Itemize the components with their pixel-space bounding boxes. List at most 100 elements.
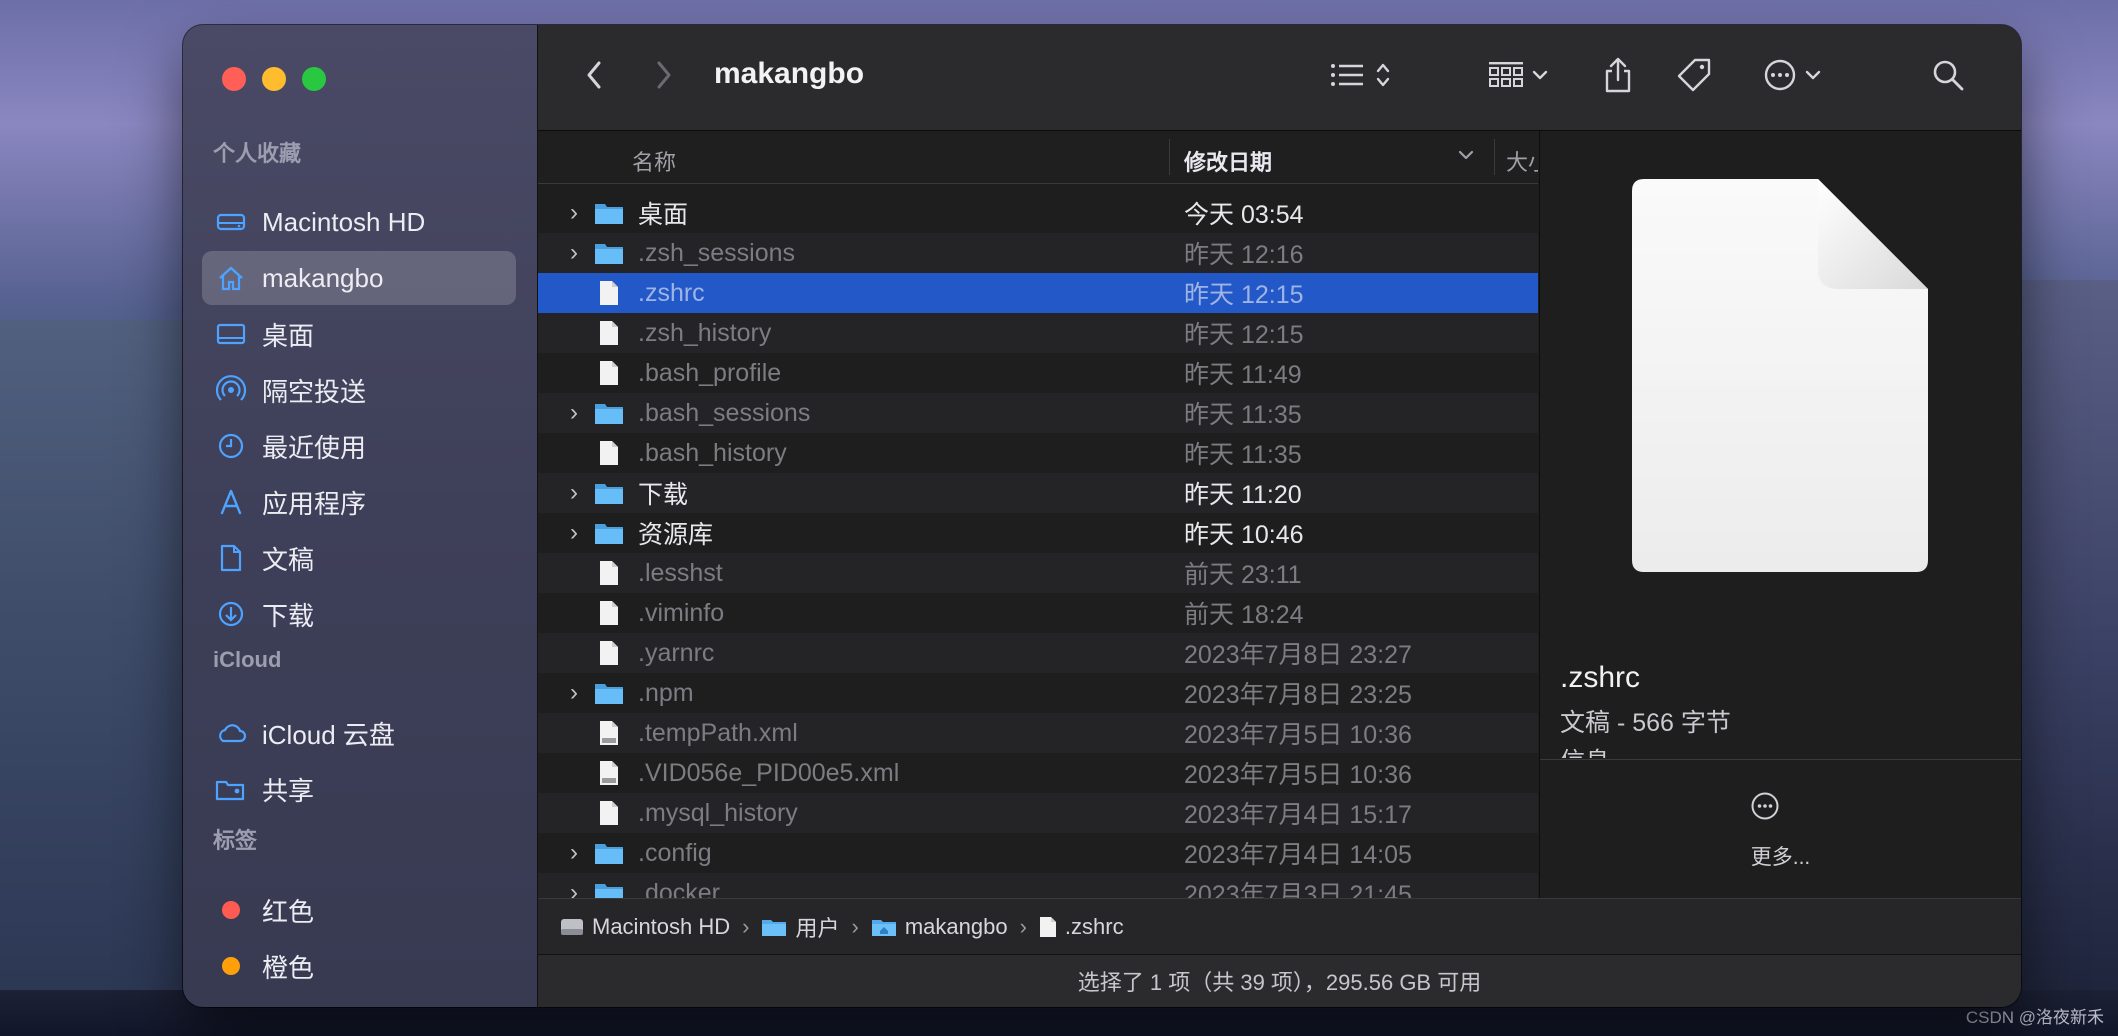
sidebar-item-shared[interactable]: 共享 [202,762,516,816]
forward-button[interactable] [644,55,684,99]
path-item-users[interactable]: 用户 [761,911,840,943]
drive-icon [214,205,248,239]
group-button[interactable] [1482,55,1554,99]
document-icon [214,541,248,575]
window-controls [222,67,326,91]
file-row[interactable]: .bash_history 昨天 11:35 [538,433,1538,473]
file-modified-date: 2023年7月8日 23:27 [1184,641,1412,669]
file-row[interactable]: .zshrc 昨天 12:15 [538,273,1538,313]
back-button[interactable] [574,55,614,99]
file-modified-date: 2023年7月3日 21:45 [1184,881,1412,898]
share-button[interactable] [1596,55,1640,99]
sidebar-item-downloads[interactable]: 下载 [202,587,516,641]
file-name: .bash_profile [638,358,782,387]
sort-chevron-down-icon[interactable] [1458,148,1474,166]
applications-icon [214,485,248,519]
sidebar-item-home[interactable]: makangbo [202,251,516,305]
file-row[interactable]: › .zsh_sessions 昨天 12:16 [538,233,1538,273]
clock-icon [214,429,248,463]
path-item-makangbo[interactable]: makangbo [871,914,1008,940]
disclosure-chevron-icon[interactable]: › [564,199,584,227]
file-row[interactable]: .viminfo 前天 18:24 [538,593,1538,633]
chevron-down-icon [1805,68,1821,86]
file-row[interactable]: .lesshst 前天 23:11 [538,553,1538,593]
file-rows: › 桌面 今天 03:54 › .zsh_sessions 昨天 12:16 .zshrc 昨… [538,193,1538,898]
disclosure-chevron-icon[interactable]: › [564,839,584,867]
search-button[interactable] [1926,55,1970,99]
column-header-size[interactable]: 大小 [1506,145,1538,177]
file-icon [592,357,626,389]
sidebar-item-macintosh-hd[interactable]: Macintosh HD [202,195,516,249]
chevron-down-icon [1532,68,1548,86]
column-divider[interactable] [1169,139,1170,175]
sidebar-tag-yellow[interactable]: 黄色 [202,995,516,1007]
path-item-label: Macintosh HD [592,914,731,939]
sidebar-item-icloud-drive[interactable]: iCloud 云盘 [202,706,516,760]
ellipsis-circle-icon [1763,58,1797,97]
disclosure-chevron-icon[interactable]: › [564,879,584,898]
close-button[interactable] [222,67,246,91]
file-row[interactable]: › .npm 2023年7月8日 23:25 [538,673,1538,713]
sidebar-item-label: 隔空投送 [262,376,367,407]
sidebar-item-airdrop[interactable]: 隔空投送 [202,363,516,417]
disclosure-chevron-icon[interactable]: › [564,519,584,547]
sidebar-item-documents[interactable]: 文稿 [202,531,516,585]
share-icon [1603,56,1633,99]
folder-icon [592,197,626,229]
file-row[interactable]: › 桌面 今天 03:54 [538,193,1538,233]
file-modified-date: 昨天 11:35 [1184,441,1302,469]
disclosure-chevron-icon[interactable]: › [564,399,584,427]
file-modified-date: 昨天 10:46 [1184,521,1304,549]
file-list: 名称 修改日期 大小 › 桌面 今天 03:54 › .zsh_sessions 昨天 1… [538,131,1538,898]
file-row[interactable]: .mysql_history 2023年7月4日 15:17 [538,793,1538,833]
view-mode-button[interactable] [1322,55,1398,99]
more-button[interactable]: 更多... [1540,841,2021,871]
file-row[interactable]: › .config 2023年7月4日 14:05 [538,833,1538,873]
path-separator: › [742,914,750,939]
file-row[interactable]: .zsh_history 昨天 12:15 [538,313,1538,353]
path-item-macintosh-hd[interactable]: Macintosh HD [560,914,730,940]
action-button[interactable] [1756,55,1828,99]
wallpaper-right [2008,280,2118,1036]
path-item-zshrc[interactable]: .zshrc [1039,914,1124,940]
sidebar-item-recents[interactable]: 最近使用 [202,419,516,473]
search-icon [1931,58,1965,97]
sidebar-item-applications[interactable]: 应用程序 [202,475,516,529]
file-row[interactable]: › .docker 2023年7月3日 21:45 [538,873,1538,898]
disclosure-chevron-icon[interactable]: › [564,679,584,707]
file-name: .docker [638,878,720,899]
file-modified-date: 昨天 12:15 [1184,321,1304,349]
sidebar-tag-red[interactable]: 红色 [202,883,516,937]
file-modified-date: 昨天 11:35 [1184,401,1302,429]
disclosure-chevron-icon[interactable]: › [564,239,584,267]
file-row[interactable]: › 资源库 昨天 10:46 [538,513,1538,553]
file-icon [592,637,626,669]
sidebar-item-label: Macintosh HD [262,206,426,237]
sidebar-item-label: iCloud 云盘 [262,719,395,750]
more-ellipsis-icon[interactable] [1750,791,1780,826]
file-row[interactable]: .VID056e_PID00e5.xml 2023年7月5日 10:36 [538,753,1538,793]
file-name: 下载 [638,481,689,509]
tag-button[interactable] [1672,55,1716,99]
main-area: makangbo 名称 修改日期 大 › 桌面 今天 03:54 › .zsh_… [538,25,2021,1007]
column-header-name[interactable]: 名称 [632,145,676,177]
toolbar: makangbo [538,25,2021,131]
file-name: .mysql_history [638,798,798,827]
path-item-label: 用户 [795,916,840,941]
zoom-button[interactable] [302,67,326,91]
sidebar-tag-orange[interactable]: 橙色 [202,939,516,993]
file-name: .zsh_sessions [638,238,796,267]
sidebar-item-desktop[interactable]: 桌面 [202,307,516,361]
file-row[interactable]: .yarnrc 2023年7月8日 23:27 [538,633,1538,673]
file-row[interactable]: › 下载 昨天 11:20 [538,473,1538,513]
file-row[interactable]: .bash_profile 昨天 11:49 [538,353,1538,393]
column-header-date[interactable]: 修改日期 [1184,145,1272,177]
preview-file-name: .zshrc [1560,661,1641,694]
file-icon [592,317,626,349]
file-row[interactable]: .tempPath.xml 2023年7月5日 10:36 [538,713,1538,753]
column-headers: 名称 修改日期 大小 [538,131,1538,184]
disclosure-chevron-icon[interactable]: › [564,479,584,507]
column-divider[interactable] [1494,139,1495,175]
minimize-button[interactable] [262,67,286,91]
file-row[interactable]: › .bash_sessions 昨天 11:35 [538,393,1538,433]
